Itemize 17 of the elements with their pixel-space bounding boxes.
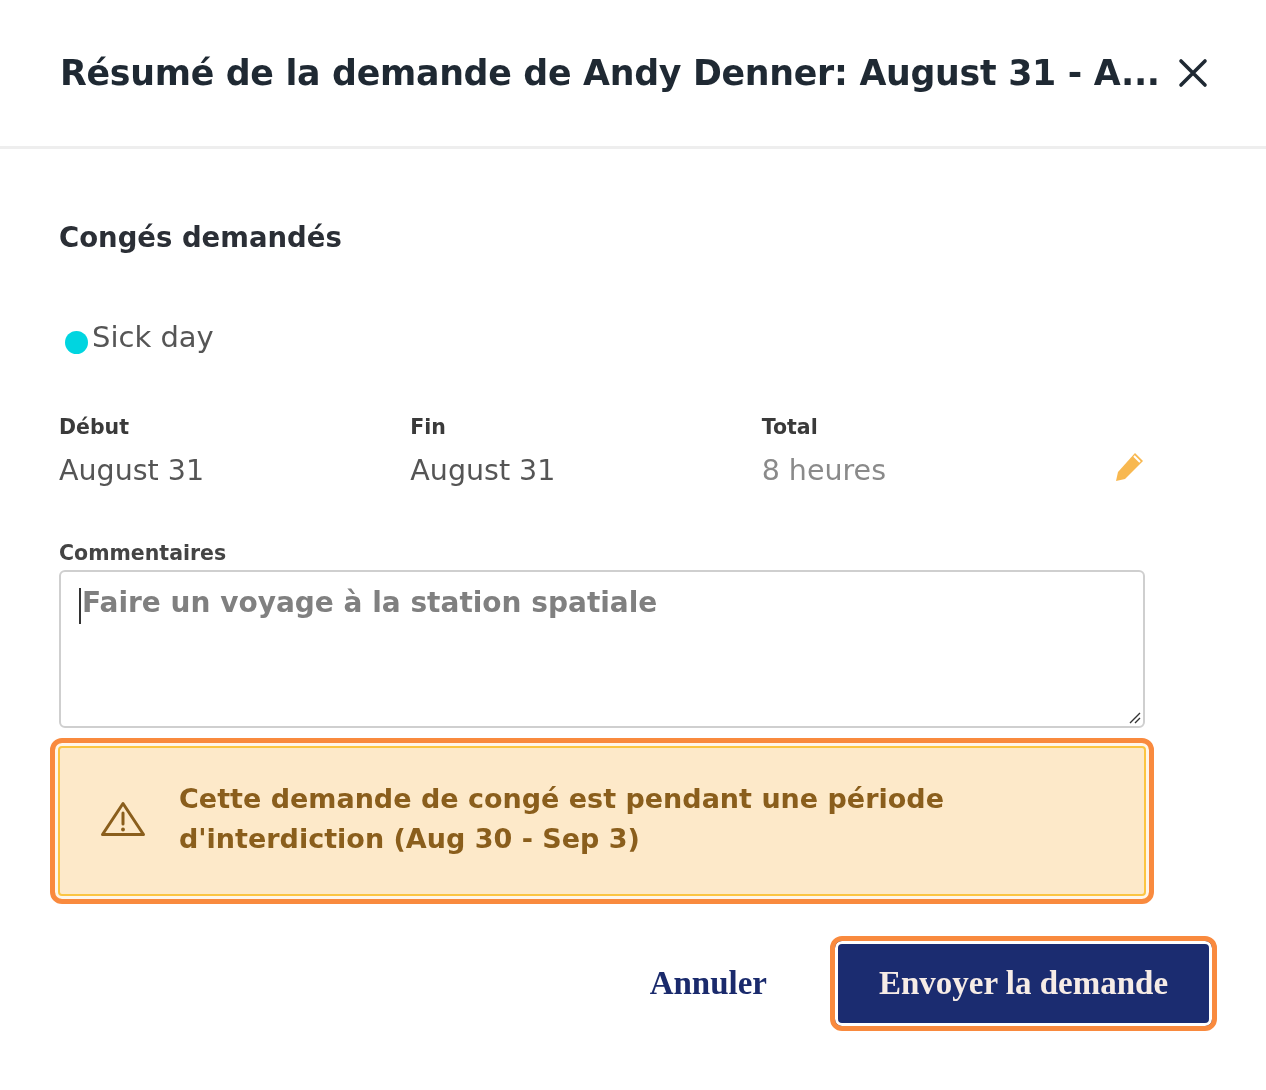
comments-label: Commentaires bbox=[59, 540, 227, 566]
detail-value: August 31 bbox=[59, 453, 205, 489]
warning-icon bbox=[100, 801, 146, 837]
detail-label: Début bbox=[59, 414, 129, 440]
resize-grip-icon[interactable] bbox=[1127, 710, 1141, 724]
comments-field[interactable]: Faire un voyage à la station spatiale bbox=[59, 570, 1145, 728]
detail-label: Fin bbox=[410, 414, 446, 440]
detail-value: August 31 bbox=[410, 453, 556, 489]
close-icon[interactable] bbox=[1178, 58, 1208, 88]
cancel-button[interactable]: Annuler bbox=[638, 956, 778, 1011]
submit-button[interactable]: Envoyer la demande bbox=[830, 936, 1217, 1031]
alert-message: Cette demande de congé est pendant une période d'interdiction (Aug 30 - Sep 3) bbox=[179, 782, 945, 856]
dialog-title: Résumé de la demande de Andy Denner: August 31 - A... bbox=[60, 53, 1161, 93]
section-title: Congés demandés bbox=[59, 220, 342, 255]
detail-value: 8 heures bbox=[761, 453, 886, 489]
leave-type-label: Sick day bbox=[92, 320, 214, 354]
detail-label: Total bbox=[761, 414, 818, 440]
